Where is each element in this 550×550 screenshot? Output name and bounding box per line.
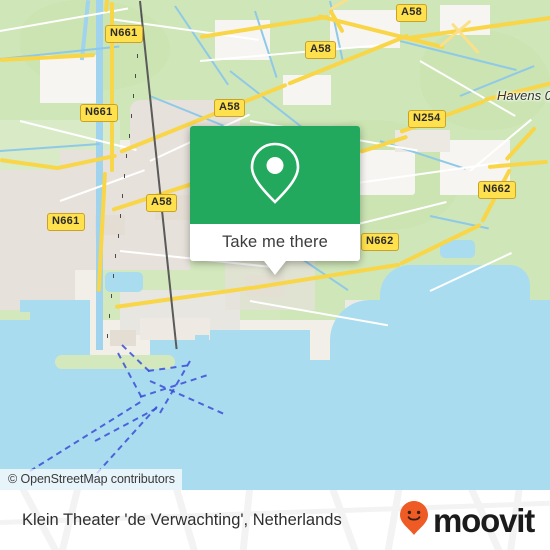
- map-canvas[interactable]: N661 A58 N661 A58 A58 N254 A58 N662 N661…: [0, 0, 550, 490]
- road-shield: N661: [80, 104, 118, 122]
- page-title: Klein Theater 'de Verwachting', Netherla…: [22, 510, 342, 529]
- road-shield: N662: [361, 233, 399, 251]
- map-screenshot: N661 A58 N661 A58 A58 N254 A58 N662 N661…: [0, 0, 550, 550]
- popup-footer[interactable]: Take me there: [190, 224, 360, 275]
- location-popup-card[interactable]: Take me there: [190, 126, 360, 275]
- road-shield: A58: [396, 4, 428, 22]
- popup-header: [190, 126, 360, 224]
- moovit-smiley-pin-icon: [399, 500, 429, 541]
- osm-attribution[interactable]: © OpenStreetMap contributors: [0, 469, 182, 490]
- road-shield: A58: [305, 41, 337, 59]
- road-shield: N661: [47, 213, 85, 231]
- place-label: Havens 0: [497, 88, 550, 103]
- road-shield: N661: [105, 25, 143, 43]
- take-me-there-label: Take me there: [222, 233, 328, 251]
- road-shield: A58: [146, 194, 178, 212]
- popup-pointer-tail: [264, 261, 286, 275]
- road-shield: A58: [214, 99, 246, 117]
- moovit-wordmark: moovit: [433, 501, 535, 539]
- road-shield: N254: [408, 110, 446, 128]
- footer-bar: Klein Theater 'de Verwachting', Netherla…: [0, 490, 550, 550]
- moovit-logo[interactable]: moovit: [399, 490, 535, 550]
- road-shield: N662: [478, 181, 516, 199]
- map-pin-icon: [249, 140, 301, 211]
